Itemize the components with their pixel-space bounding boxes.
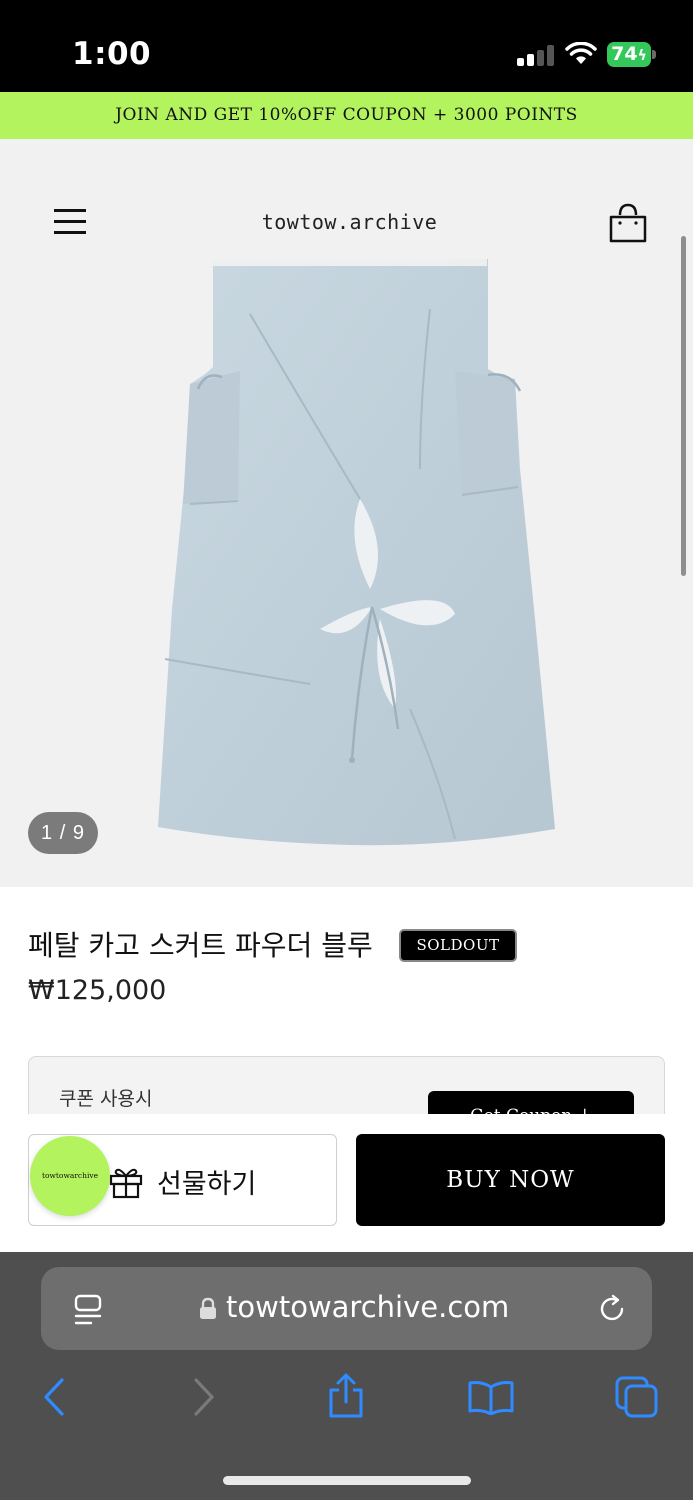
cellular-signal-icon (517, 44, 555, 66)
browser-toolbar: towtowarchive.com (0, 1252, 693, 1500)
gift-label: 선물하기 (157, 1169, 257, 1200)
bookmarks-icon[interactable] (467, 1379, 515, 1415)
gift-icon (109, 1168, 143, 1199)
reload-icon[interactable] (596, 1293, 628, 1325)
reader-icon[interactable] (73, 1293, 103, 1327)
home-indicator[interactable] (223, 1476, 471, 1485)
forward-icon[interactable] (190, 1377, 218, 1417)
share-icon[interactable] (327, 1372, 365, 1420)
site-logo[interactable]: towtow.archive (212, 179, 487, 266)
promo-text: JOIN AND GET 10%OFF COUPON + 3000 POINTS (115, 105, 578, 125)
battery-level: 74 (611, 43, 638, 65)
site-header: towtow.archive (0, 139, 693, 266)
image-counter-text: 1 / 9 (41, 822, 85, 844)
logo-text: towtow.archive (261, 210, 438, 234)
product-gallery[interactable]: towtow.archive 1 / 9 (0, 139, 693, 887)
status-time: 1:00 (72, 36, 152, 72)
lock-icon (200, 1297, 216, 1319)
page-scrollbar[interactable] (681, 236, 686, 576)
purchase-bar: 선물하기 BUY NOW towtowarchive (0, 1114, 693, 1252)
brand-chat-bubble[interactable]: towtowarchive (30, 1136, 110, 1216)
product-price: ₩125,000 (28, 975, 167, 1006)
product-title: 페탈 카고 스커트 파우더 블루 (28, 929, 373, 962)
back-icon[interactable] (40, 1377, 68, 1417)
soldout-badge: SOLDOUT (399, 929, 517, 962)
image-counter: 1 / 9 (28, 812, 98, 854)
buy-now-button[interactable]: BUY NOW (356, 1134, 665, 1226)
brand-bubble-text: towtowarchive (41, 1171, 99, 1180)
shopping-bag-icon[interactable] (606, 201, 650, 245)
wifi-icon (565, 42, 597, 64)
address-bar[interactable]: towtowarchive.com (41, 1267, 652, 1350)
tabs-icon[interactable] (614, 1375, 660, 1419)
battery-charging-icon: 74ϟ (607, 42, 651, 67)
hamburger-menu-icon[interactable] (54, 209, 86, 235)
url-text: towtowarchive.com (226, 1290, 510, 1324)
promo-banner[interactable]: JOIN AND GET 10%OFF COUPON + 3000 POINTS (0, 92, 693, 139)
coupon-label: 쿠폰 사용시 (59, 1088, 153, 1110)
status-bar: 1:00 74ϟ (0, 0, 693, 92)
